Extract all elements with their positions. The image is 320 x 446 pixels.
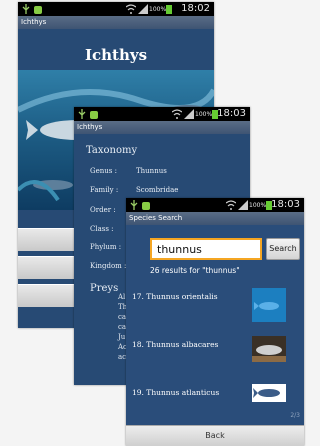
battery-percent: 100% <box>149 6 167 13</box>
result-label: 18. Thunnus albacares <box>132 340 219 349</box>
fish-thumbnail <box>254 302 279 310</box>
result-row[interactable]: 17. Thunnus orientalis <box>126 286 304 326</box>
fish-thumbnail <box>253 388 280 398</box>
android-icon <box>90 111 98 119</box>
taxonomy-label: Genus : <box>90 167 117 175</box>
results-count: 26 results for "thunnus" <box>150 266 240 275</box>
wifi-icon <box>126 4 136 14</box>
page-indicator: 2/3 <box>290 412 300 419</box>
prey-text-line: Al <box>118 293 126 301</box>
prey-text-line: Ju <box>118 333 126 341</box>
usb-icon <box>130 200 138 210</box>
menu-button-1[interactable] <box>18 228 82 251</box>
search-button[interactable]: Search <box>266 238 300 260</box>
signal-icon <box>138 4 148 14</box>
tuna-drawing <box>252 384 286 402</box>
taxonomy-label: Family : <box>90 186 119 194</box>
taxonomy-value: Scombridae <box>136 186 179 194</box>
blue-fish-photo <box>252 288 286 322</box>
taxonomy-label: Phylum : <box>90 243 122 251</box>
taxonomy-label: Class : <box>90 225 114 233</box>
taxonomy-value: Thunnus <box>136 167 167 175</box>
prey-text-line: ca <box>118 323 127 331</box>
battery-percent: 100% <box>249 202 267 209</box>
menu-button-3[interactable] <box>18 284 82 307</box>
result-row[interactable]: 19. Thunnus atlanticus <box>126 382 304 422</box>
status-bar: 100% 18:02 <box>18 2 214 16</box>
status-bar: 100% 18:03 <box>74 107 250 121</box>
status-bar: 100% 18:03 <box>126 198 304 212</box>
clock: 18:02 <box>181 3 210 14</box>
species-search-screen: 100% 18:03 Species Search Search 26 resu… <box>126 198 304 446</box>
taxonomy-label: Order : <box>90 206 116 214</box>
signal-icon <box>238 200 248 210</box>
fish-thumbnail <box>252 345 286 362</box>
result-label: 17. Thunnus orientalis <box>132 292 218 301</box>
app-title-bar: Ichthys <box>74 121 250 134</box>
back-button[interactable]: Back <box>126 425 304 446</box>
clock: 18:03 <box>217 108 246 119</box>
android-icon <box>142 202 150 210</box>
app-hero-title: Ichthys <box>84 46 148 64</box>
result-row[interactable]: 18. Thunnus albacares <box>126 334 304 374</box>
fish-on-deck-photo <box>252 336 286 362</box>
battery-icon <box>166 5 172 14</box>
wifi-icon <box>172 109 182 119</box>
app-title-bar: Ichthys <box>18 16 214 29</box>
usb-icon <box>22 4 30 14</box>
preys-heading: Preys <box>90 283 119 294</box>
taxonomy-label: Kingdom : <box>90 262 127 270</box>
signal-icon <box>184 109 194 119</box>
battery-percent: 100% <box>195 111 213 118</box>
wifi-icon <box>226 200 236 210</box>
taxonomy-heading: Taxonomy <box>86 145 138 156</box>
clock: 18:03 <box>271 199 300 210</box>
android-icon <box>34 6 42 14</box>
screen-title-bar: Species Search <box>126 212 304 225</box>
search-input[interactable] <box>150 238 262 260</box>
result-label: 19. Thunnus atlanticus <box>132 388 220 397</box>
prey-text-line: ca <box>118 313 127 321</box>
usb-icon <box>78 109 86 119</box>
menu-button-2[interactable] <box>18 256 82 279</box>
